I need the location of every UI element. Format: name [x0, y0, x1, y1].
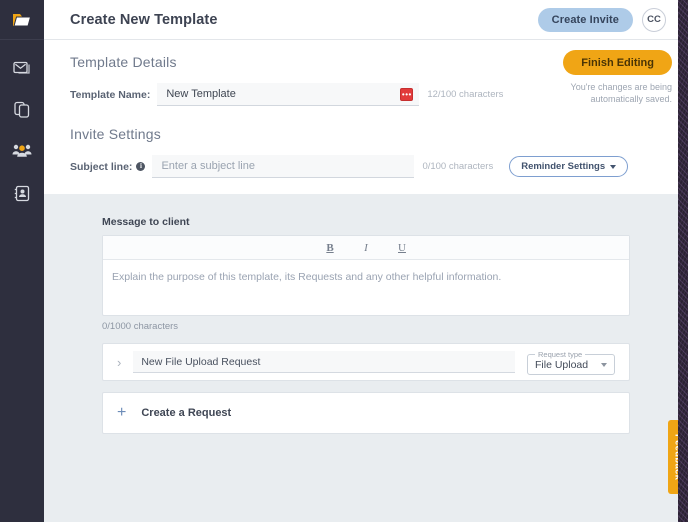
copy-icon[interactable]: [9, 96, 35, 122]
message-char-count: 0/1000 characters: [102, 321, 630, 332]
info-icon[interactable]: i: [136, 162, 145, 171]
clear-icon[interactable]: •••: [400, 88, 413, 101]
subject-line-input[interactable]: [152, 155, 414, 178]
finish-editing-button[interactable]: Finish Editing: [563, 50, 672, 75]
underline-icon[interactable]: U: [395, 242, 409, 254]
template-body-area: Message to client B I U Explain the purp…: [44, 194, 688, 522]
chevron-right-icon[interactable]: ›: [117, 356, 121, 369]
italic-icon[interactable]: I: [359, 242, 373, 254]
template-name-input[interactable]: [157, 83, 419, 106]
subject-line-label: Subject line: i: [70, 161, 145, 173]
plus-icon: +: [117, 405, 126, 421]
create-request-label: Create a Request: [141, 407, 231, 419]
template-details-panel: Template Details Template Name: ••• 12/1…: [44, 40, 688, 194]
mail-icon[interactable]: [9, 54, 35, 80]
left-sidebar: [0, 0, 44, 522]
create-invite-button[interactable]: Create Invite: [538, 8, 633, 32]
message-editor-input[interactable]: Explain the purpose of this template, it…: [103, 260, 629, 315]
bold-icon[interactable]: B: [323, 242, 337, 254]
request-type-inner[interactable]: File Upload: [535, 359, 607, 371]
sidebar-logo[interactable]: [0, 0, 44, 40]
reminder-settings-button[interactable]: Reminder Settings: [509, 156, 628, 177]
editor-toolbar: B I U: [103, 236, 629, 260]
app-root: Create New Template Create Invite CC Tem…: [0, 0, 688, 522]
right-edge-strip: [678, 0, 688, 522]
request-name-input[interactable]: [133, 351, 515, 373]
subject-input-wrap: [152, 155, 414, 178]
chevron-down-icon: [601, 363, 607, 367]
request-row: › Request type File Upload: [102, 343, 630, 381]
finish-editing-block: Finish Editing You're changes are being …: [542, 50, 672, 105]
request-type-legend: Request type: [535, 350, 585, 359]
request-type-select[interactable]: Request type File Upload: [527, 350, 615, 375]
invite-settings-title: Invite Settings: [70, 126, 666, 142]
subject-char-count: 0/100 characters: [422, 161, 493, 172]
autosave-note: You're changes are being automatically s…: [542, 81, 672, 105]
message-to-client-label: Message to client: [102, 216, 630, 228]
page-title: Create New Template: [70, 12, 218, 28]
avatar[interactable]: CC: [642, 8, 666, 32]
sidebar-nav-items: [0, 40, 44, 206]
subject-line-row: Subject line: i 0/100 characters Reminde…: [70, 155, 666, 178]
header-actions: Create Invite CC: [538, 8, 666, 32]
contact-book-icon[interactable]: [9, 180, 35, 206]
template-name-char-count: 12/100 characters: [427, 89, 503, 100]
subject-line-label-text: Subject line:: [70, 161, 132, 173]
folder-icon[interactable]: [9, 7, 35, 33]
users-icon[interactable]: [9, 138, 35, 164]
main-column: Create New Template Create Invite CC Tem…: [44, 0, 688, 522]
top-header-bar: Create New Template Create Invite CC: [44, 0, 688, 40]
template-name-label: Template Name:: [70, 89, 150, 101]
chevron-down-icon: [610, 165, 616, 169]
message-editor: B I U Explain the purpose of this templa…: [102, 235, 630, 316]
template-name-input-wrap: •••: [157, 83, 419, 106]
create-request-button[interactable]: + Create a Request: [102, 392, 630, 434]
reminder-settings-label: Reminder Settings: [521, 161, 605, 172]
request-type-value: File Upload: [535, 359, 588, 371]
